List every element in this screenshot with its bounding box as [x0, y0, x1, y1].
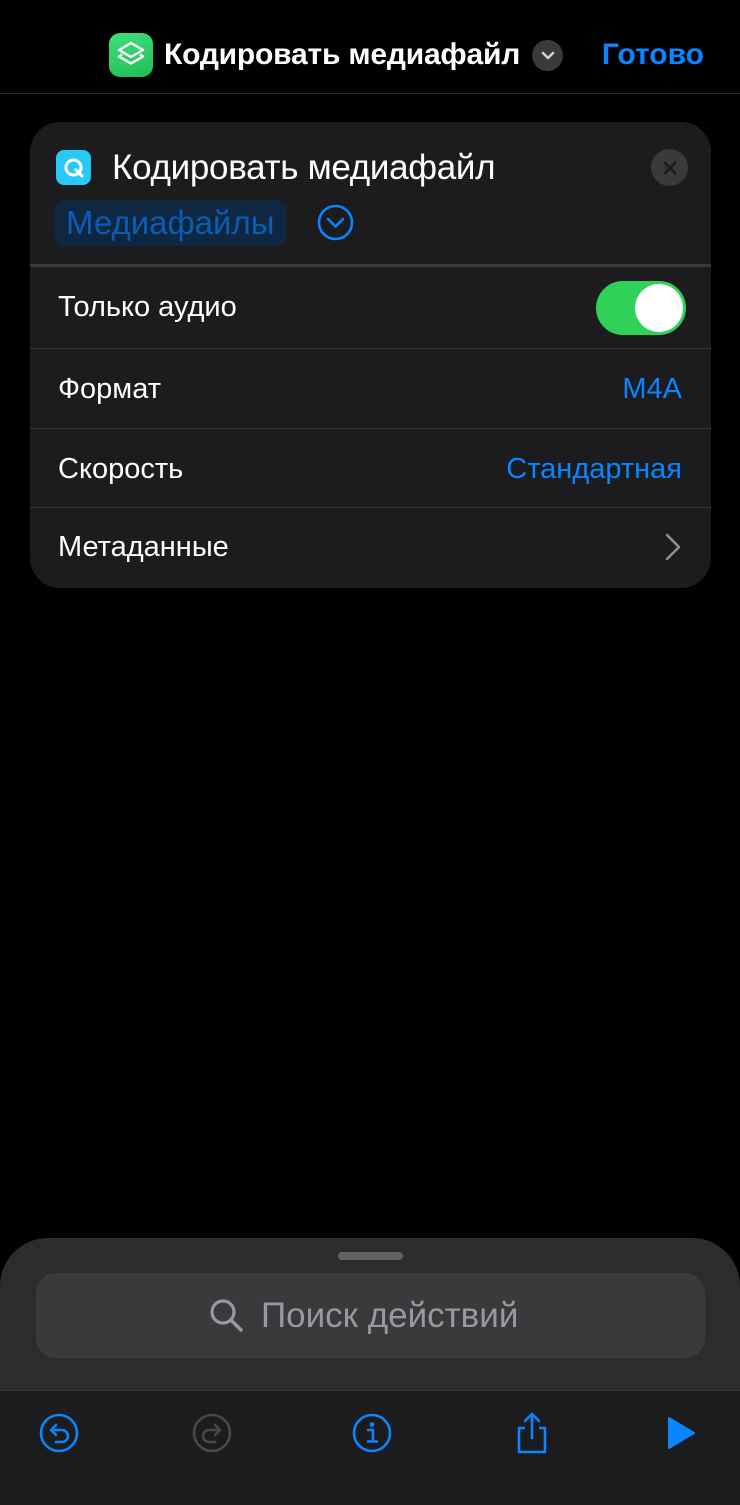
actions-sheet[interactable]: Поиск действий — [0, 1238, 740, 1390]
audio-only-label: Только аудио — [58, 290, 237, 323]
metadata-row[interactable]: Метаданные — [30, 507, 711, 587]
metadata-label: Метаданные — [58, 530, 229, 563]
nav-bar: Кодировать медиафайл Готово — [0, 0, 740, 94]
speed-row[interactable]: Скорость Стандартная — [30, 429, 711, 509]
audio-only-row: Только аудио — [30, 267, 711, 347]
quicktime-icon — [56, 150, 91, 185]
search-icon — [210, 1299, 243, 1332]
search-actions-field[interactable]: Поиск действий — [36, 1273, 705, 1358]
action-card: Кодировать медиафайл Медиафайлы Только а… — [30, 122, 711, 588]
bottom-toolbar — [0, 1390, 740, 1505]
info-icon[interactable] — [350, 1411, 394, 1455]
close-icon[interactable] — [651, 149, 688, 186]
undo-icon[interactable] — [37, 1411, 81, 1455]
shortcut-title[interactable]: Кодировать медиафайл — [164, 34, 520, 76]
shortcut-editor-screen: Кодировать медиафайл Готово Кодировать м… — [0, 0, 740, 1505]
toggle-knob — [635, 284, 683, 332]
shortcuts-layers-icon[interactable] — [109, 33, 153, 77]
share-icon[interactable] — [510, 1411, 554, 1455]
sheet-grabber[interactable] — [338, 1252, 403, 1260]
chevron-down-icon[interactable] — [532, 40, 563, 71]
play-icon[interactable] — [658, 1411, 702, 1455]
chevron-right-icon — [665, 533, 681, 561]
format-value[interactable]: M4A — [622, 373, 682, 406]
search-placeholder: Поиск действий — [261, 1296, 519, 1335]
format-label: Формат — [58, 372, 162, 405]
speed-label: Скорость — [58, 452, 184, 485]
speed-value[interactable]: Стандартная — [506, 453, 682, 486]
action-title: Кодировать медиафайл — [112, 148, 496, 187]
redo-icon[interactable] — [190, 1411, 234, 1455]
audio-only-toggle[interactable] — [596, 281, 686, 335]
input-variable-token[interactable]: Медиафайлы — [54, 200, 287, 246]
chevron-down-circle-icon[interactable] — [317, 204, 354, 241]
format-row[interactable]: Формат M4A — [30, 349, 711, 429]
action-header: Кодировать медиафайл Медиафайлы — [30, 122, 711, 264]
done-button[interactable]: Готово — [602, 34, 704, 76]
